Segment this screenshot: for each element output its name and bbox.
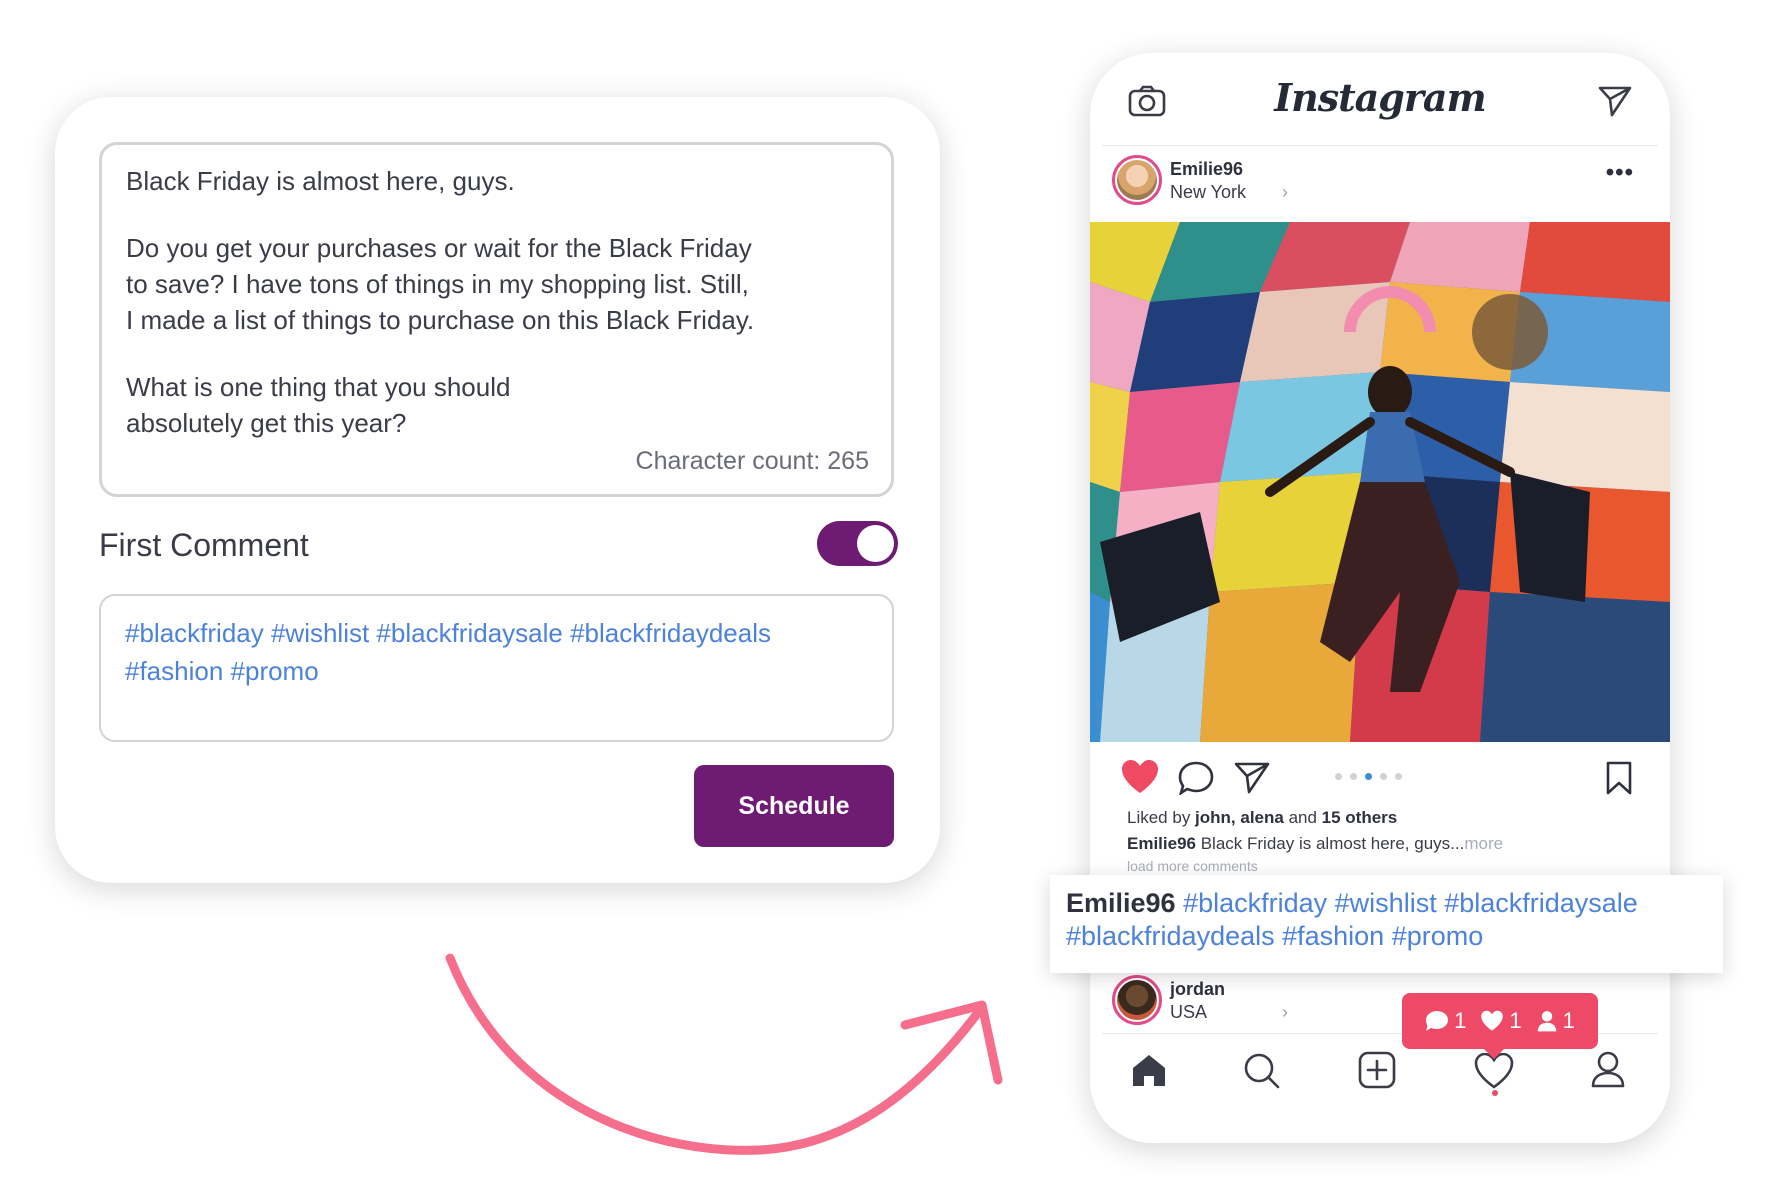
caption-text: Black Friday is almost here, guys. Do yo… [126,163,867,441]
chevron-right-icon: › [1282,182,1288,202]
toggle-knob [857,525,894,562]
post-composer-card: Black Friday is almost here, guys. Do yo… [55,97,940,883]
app-logo: Instagram [1274,75,1486,120]
carousel-indicator [1335,773,1402,780]
schedule-button[interactable]: Schedule [694,765,894,847]
follower-count: 1 [1562,1008,1575,1033]
liked-others[interactable]: 15 others [1322,808,1398,827]
instagram-header: Instagram [1090,53,1670,145]
caption-more-link[interactable]: more [1464,834,1503,853]
home-icon[interactable] [1130,1052,1168,1088]
post-image[interactable] [1090,222,1670,742]
activity-indicator-dot [1492,1090,1498,1096]
caption-paragraph: Black Friday is almost here, guys. [126,166,515,196]
avatar[interactable] [1112,975,1162,1025]
next-post-username[interactable]: jordan [1170,979,1225,1000]
caption-paragraph: Do you get your purchases or wait for th… [126,233,755,335]
caption-textarea[interactable]: Black Friday is almost here, guys. Do yo… [99,142,894,497]
carousel-dot [1395,773,1402,780]
post-username[interactable]: Emilie96 [1170,159,1243,180]
follower-notification: 1 [1536,1008,1575,1034]
header-divider [1102,145,1658,146]
comment-icon[interactable] [1178,761,1214,795]
search-icon[interactable] [1243,1052,1281,1090]
next-post-location[interactable]: USA [1170,1002,1207,1023]
post-location[interactable]: New York [1170,182,1246,203]
like-heart-icon[interactable] [1120,759,1160,795]
liked-by-text: Liked by john, alena and 15 others [1127,808,1397,828]
mural-photo [1090,222,1670,742]
chevron-right-icon: › [1282,1002,1288,1022]
notification-bubble[interactable]: 1 1 1 [1402,993,1598,1059]
like-count: 1 [1509,1008,1522,1033]
carousel-dot [1350,773,1357,780]
character-count: Character count: 265 [635,447,869,475]
first-comment-preview: Emilie96 #blackfriday #wishlist #blackfr… [1050,875,1723,973]
first-comment-toggle[interactable] [817,521,898,566]
load-more-comments-link[interactable]: load more comments [1127,858,1258,874]
carousel-dot [1335,773,1342,780]
add-post-icon[interactable] [1358,1051,1396,1089]
bookmark-icon[interactable] [1605,761,1633,795]
liked-users[interactable]: john, alena [1195,808,1284,827]
carousel-dot-active [1365,773,1372,780]
post-actions [1090,753,1670,803]
first-comment-text: #blackfriday #wishlist #blackfridaysale … [125,618,771,686]
liked-prefix: Liked by [1127,808,1196,827]
carousel-dot [1380,773,1387,780]
first-comment-textarea[interactable]: #blackfriday #wishlist #blackfridaysale … [99,594,894,742]
comment-bubble-icon [1426,1011,1449,1031]
post-header: Emilie96 New York › ••• [1090,149,1670,219]
comment-username[interactable]: Emilie96 [1066,888,1176,918]
direct-message-icon[interactable] [1598,85,1632,117]
like-notification: 1 [1480,1008,1522,1034]
person-icon [1537,1011,1556,1032]
liked-and: and [1283,808,1322,827]
avatar[interactable] [1112,155,1162,205]
first-comment-label: First Comment [99,527,309,563]
comment-notification: 1 [1425,1008,1466,1034]
instagram-phone-mockup: Instagram Emilie96 New York › ••• Liked … [1090,53,1670,1143]
profile-icon[interactable] [1590,1050,1626,1088]
caption-snippet: Black Friday is almost here, guys... [1196,834,1465,853]
caption-paragraph: What is one thing that you should absolu… [126,372,511,438]
heart-icon [1481,1010,1504,1031]
curved-arrow-icon [445,953,1003,1155]
more-options-icon[interactable]: ••• [1606,159,1634,187]
comment-count: 1 [1454,1008,1467,1033]
caption-username[interactable]: Emilie96 [1127,834,1196,853]
post-caption: Emilie96 Black Friday is almost here, gu… [1127,834,1503,854]
share-icon[interactable] [1234,761,1270,795]
